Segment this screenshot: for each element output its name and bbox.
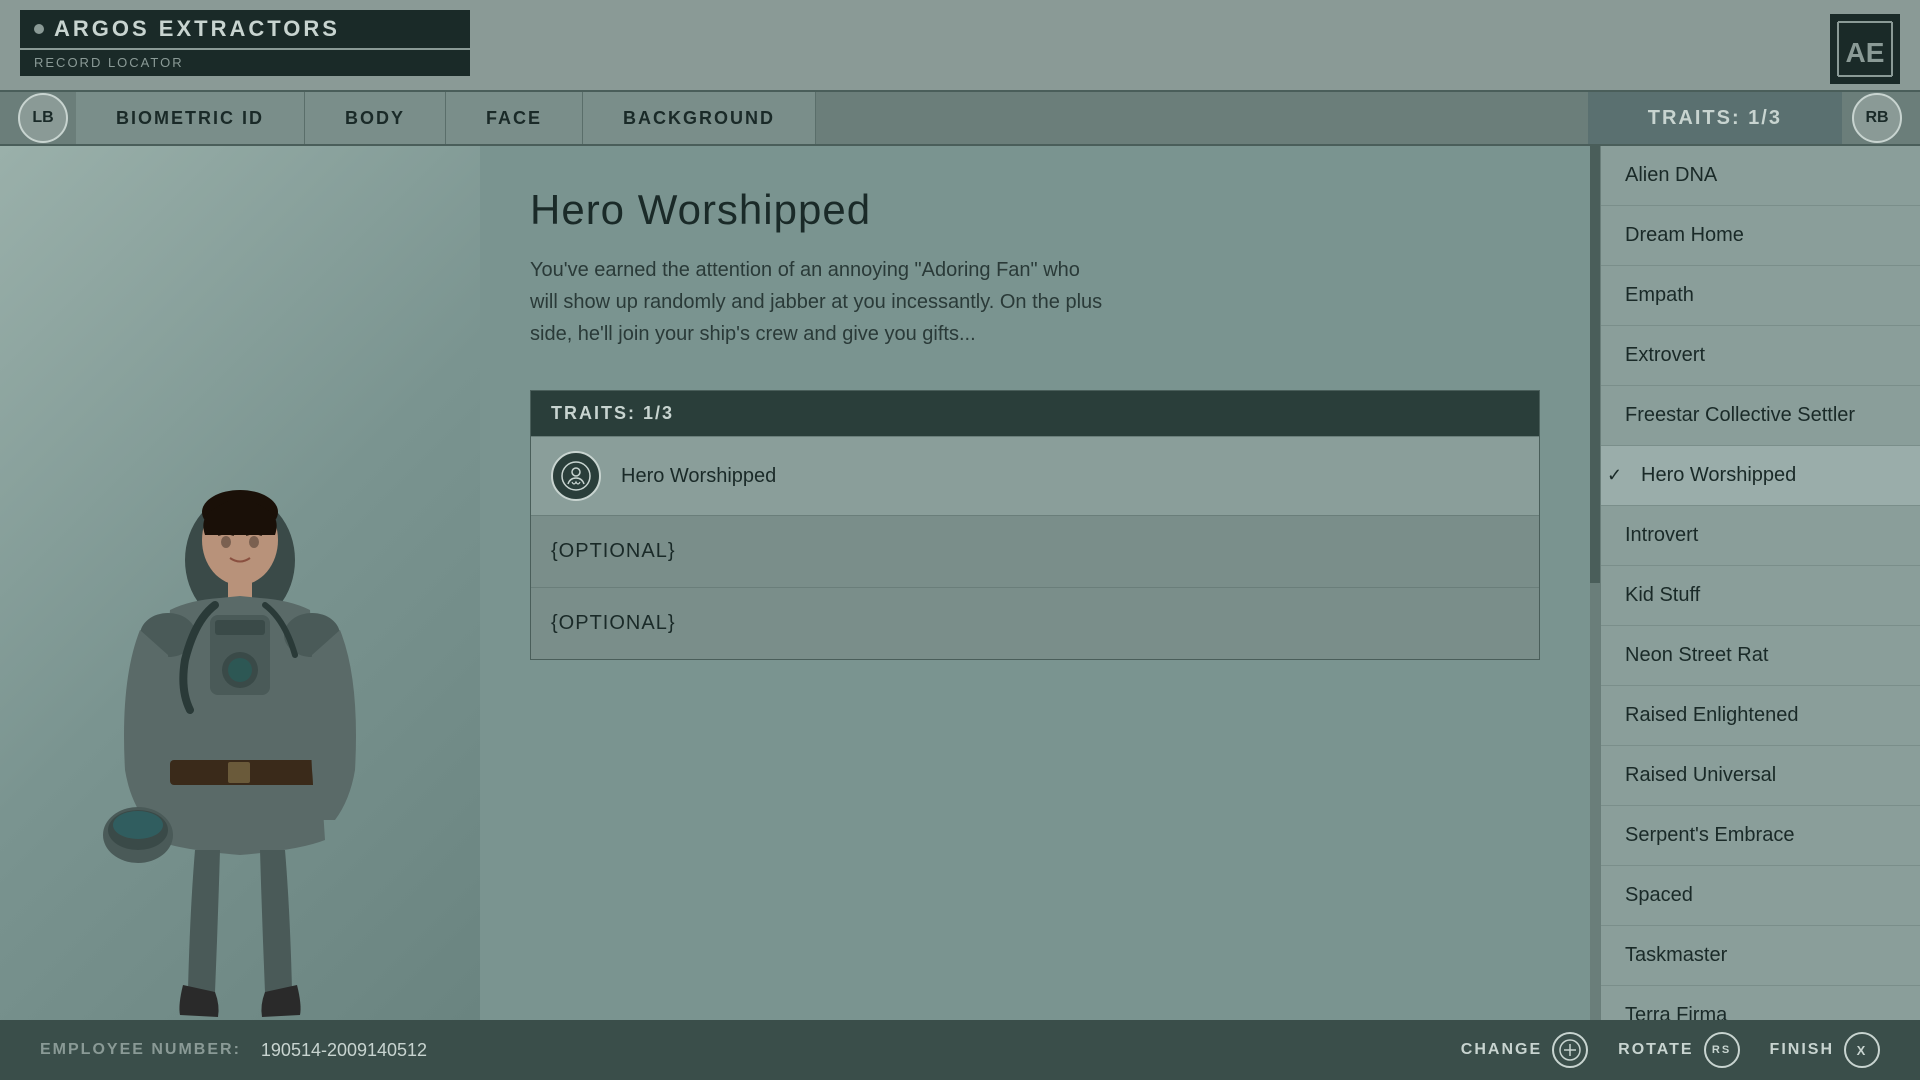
- sidebar-item-2[interactable]: Empath: [1601, 266, 1920, 326]
- tab-biometric-id[interactable]: BIOMETRIC ID: [76, 92, 305, 144]
- sidebar-item-label-0: Alien DNA: [1625, 164, 1717, 187]
- finish-btn[interactable]: X: [1844, 1032, 1880, 1068]
- sidebar-item-13[interactable]: Taskmaster: [1601, 926, 1920, 986]
- sidebar-item-label-14: Terra Firma: [1625, 1004, 1727, 1020]
- trait-title: Hero Worshipped: [530, 186, 1540, 234]
- employee-label: EMPLOYEE NUMBER:: [40, 1041, 241, 1059]
- sidebar-item-label-11: Serpent's Embrace: [1625, 824, 1794, 847]
- right-sidebar: Alien DNA Dream Home Empath Extrovert Freest…: [1600, 146, 1920, 1020]
- sidebar-item-0[interactable]: Alien DNA: [1601, 146, 1920, 206]
- scrollbar-thumb: [1590, 146, 1600, 583]
- sidebar-item-4[interactable]: Freestar Collective Settler: [1601, 386, 1920, 446]
- tab-body[interactable]: BODY: [305, 92, 446, 144]
- change-label: CHANGE: [1461, 1041, 1542, 1059]
- tab-face[interactable]: FACE: [446, 92, 583, 144]
- sidebar-item-9[interactable]: Raised Enlightened: [1601, 686, 1920, 746]
- sidebar-item-6[interactable]: Introvert: [1601, 506, 1920, 566]
- bottom-controls: CHANGE ROTATE RS FINISH X: [1461, 1032, 1880, 1068]
- ae-logo: AE: [1830, 14, 1900, 89]
- rotate-control[interactable]: ROTATE RS: [1618, 1032, 1739, 1068]
- sidebar-item-label-6: Introvert: [1625, 524, 1698, 547]
- rb-button[interactable]: RB: [1852, 93, 1902, 143]
- check-icon: ✓: [1607, 465, 1622, 486]
- trait-slot-1[interactable]: Hero Worshipped: [531, 436, 1539, 515]
- sidebar-item-1[interactable]: Dream Home: [1601, 206, 1920, 266]
- svg-text:AE: AE: [1846, 37, 1885, 68]
- tab-traits[interactable]: TRAITS: 1/3: [1588, 92, 1842, 144]
- sidebar-item-label-9: Raised Enlightened: [1625, 704, 1798, 727]
- change-control[interactable]: CHANGE: [1461, 1032, 1588, 1068]
- company-block: ARGOS EXTRACTORS RECORD LOCATOR: [20, 10, 470, 90]
- trait-slot-2[interactable]: {OPTIONAL}: [531, 515, 1539, 587]
- trait-description: You've earned the attention of an annoyi…: [530, 254, 1110, 350]
- sidebar-item-11[interactable]: Serpent's Embrace: [1601, 806, 1920, 866]
- info-panel: Hero Worshipped You've earned the attent…: [480, 146, 1590, 1020]
- sidebar-item-label-10: Raised Universal: [1625, 764, 1776, 787]
- nav-tabs: LB BIOMETRIC ID BODY FACE BACKGROUND TRA…: [0, 90, 1920, 146]
- trait-slot-3[interactable]: {OPTIONAL}: [531, 587, 1539, 659]
- finish-label: FINISH: [1770, 1041, 1834, 1059]
- character-panel: [0, 146, 480, 1020]
- trait-slot-1-name: Hero Worshipped: [621, 465, 776, 488]
- sidebar-item-label-2: Empath: [1625, 284, 1694, 307]
- trait-slot-2-name: {OPTIONAL}: [551, 540, 676, 563]
- sidebar-item-12[interactable]: Spaced: [1601, 866, 1920, 926]
- sidebar-item-label-1: Dream Home: [1625, 224, 1744, 247]
- finish-control[interactable]: FINISH X: [1770, 1032, 1880, 1068]
- sidebar-item-7[interactable]: Kid Stuff: [1601, 566, 1920, 626]
- trait-slot-3-name: {OPTIONAL}: [551, 612, 676, 635]
- top-bar: ARGOS EXTRACTORS RECORD LOCATOR AE: [0, 0, 1920, 90]
- tab-background[interactable]: BACKGROUND: [583, 92, 816, 144]
- sidebar-item-8[interactable]: Neon Street Rat: [1601, 626, 1920, 686]
- sidebar-item-label-13: Taskmaster: [1625, 944, 1727, 967]
- sidebar-item-14[interactable]: Terra Firma: [1601, 986, 1920, 1020]
- company-name-row: ARGOS EXTRACTORS: [20, 10, 470, 48]
- lb-button[interactable]: LB: [18, 93, 68, 143]
- sidebar-item-label-12: Spaced: [1625, 884, 1693, 907]
- traits-list-container: TRAITS: 1/3 Hero Worshipped {OPTIONAL}: [530, 390, 1540, 660]
- employee-number: 190514-2009140512: [261, 1040, 427, 1061]
- main-content: Hero Worshipped You've earned the attent…: [0, 146, 1920, 1020]
- traits-list-header: TRAITS: 1/3: [531, 391, 1539, 436]
- rotate-label: ROTATE: [1618, 1041, 1693, 1059]
- sidebar-item-5[interactable]: ✓Hero Worshipped: [1601, 446, 1920, 506]
- sidebar-item-label-5: Hero Worshipped: [1625, 464, 1796, 487]
- sidebar-item-3[interactable]: Extrovert: [1601, 326, 1920, 386]
- character-image: [50, 460, 430, 1020]
- bottom-bar: EMPLOYEE NUMBER: 190514-2009140512 CHANG…: [0, 1020, 1920, 1080]
- rotate-btn[interactable]: RS: [1704, 1032, 1740, 1068]
- trait-icon-1: [551, 451, 601, 501]
- company-name: ARGOS EXTRACTORS: [54, 16, 340, 42]
- sidebar-item-label-4: Freestar Collective Settler: [1625, 404, 1855, 427]
- sidebar-item-10[interactable]: Raised Universal: [1601, 746, 1920, 806]
- sidebar-item-label-3: Extrovert: [1625, 344, 1705, 367]
- record-locator-row: RECORD LOCATOR: [20, 50, 470, 76]
- sidebar-item-label-7: Kid Stuff: [1625, 584, 1700, 607]
- company-dot: [34, 24, 44, 34]
- change-btn[interactable]: [1552, 1032, 1588, 1068]
- record-locator: RECORD LOCATOR: [34, 55, 184, 70]
- sidebar-items-list: Alien DNA Dream Home Empath Extrovert Freest…: [1601, 146, 1920, 1020]
- sidebar-item-label-8: Neon Street Rat: [1625, 644, 1768, 667]
- scrollbar-track: [1590, 146, 1600, 1020]
